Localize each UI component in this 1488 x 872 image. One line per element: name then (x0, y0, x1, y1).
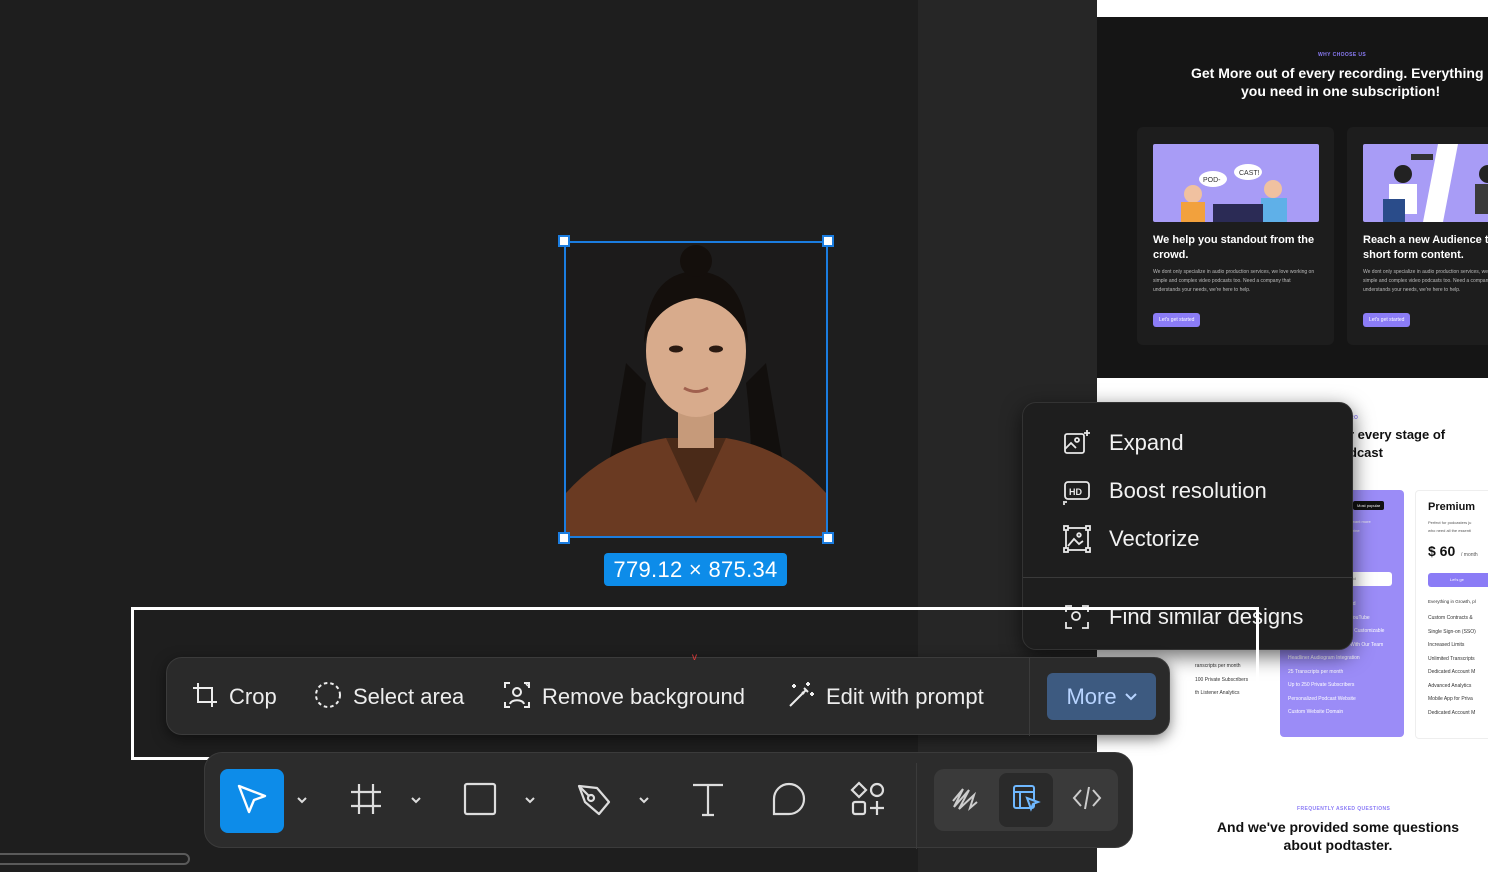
faq-eyebrow: FREQUENTLY ASKED QUESTIONS (1297, 806, 1391, 812)
why-headline-line2: you need in one subscription! (1241, 83, 1441, 99)
dimensions-label: 779.12 × 875.34 (604, 553, 787, 586)
find-similar-icon (1059, 599, 1095, 635)
resize-handle-top-left[interactable] (558, 235, 570, 247)
plan-desc: Perfect for podcasters ju (1428, 520, 1472, 525)
design-mode-icon (1011, 783, 1041, 818)
remove-background-icon (502, 680, 532, 715)
audience-illustration (1363, 144, 1488, 222)
pen-icon (575, 780, 613, 823)
crop-button[interactable]: Crop (191, 674, 277, 720)
cursor-arrow-icon (234, 781, 270, 822)
chevron-down-icon[interactable] (295, 793, 309, 807)
main-toolbar (204, 752, 1133, 849)
podcast-illustration: POD- CAST! (1153, 144, 1319, 222)
more-button[interactable]: More (1047, 673, 1156, 720)
comment-tool[interactable] (757, 769, 821, 833)
menu-item-find-similar[interactable]: Find similar designs (1059, 597, 1303, 637)
edit-with-prompt-button[interactable]: Edit with prompt (786, 674, 984, 720)
toolbar-divider (1029, 658, 1030, 736)
draw-mode-button[interactable] (938, 773, 992, 827)
hd-icon: HD (1059, 473, 1095, 509)
plan-desc: who need all the essenti (1428, 528, 1471, 533)
premium-plan-card: Premium Perfect for podcasters ju who ne… (1415, 490, 1488, 739)
frame-icon (348, 781, 384, 822)
widgets-icon (850, 780, 886, 822)
card-cta-button[interactable]: Let's get started (1153, 313, 1201, 327)
design-mode-button[interactable] (999, 773, 1053, 827)
rectangle-icon (462, 781, 498, 822)
bubble-cast: CAST! (1239, 170, 1260, 177)
move-tool[interactable] (220, 769, 284, 833)
faq-headline: And we've provided some questions about … (1216, 819, 1460, 853)
horizontal-scrollbar[interactable] (0, 853, 190, 865)
chevron-down-icon[interactable] (523, 793, 537, 807)
dev-mode-button[interactable] (1060, 773, 1114, 827)
plan-period: / month (1461, 552, 1478, 558)
resize-handle-top-right[interactable] (822, 235, 834, 247)
bubble-pod: POD- (1203, 177, 1221, 184)
remove-background-button[interactable]: Remove background (502, 674, 745, 720)
plan-name: Premium (1428, 501, 1476, 513)
frame-tool[interactable] (334, 769, 398, 833)
code-icon (1072, 783, 1102, 818)
resize-handle-bottom-left[interactable] (558, 532, 570, 544)
card-title: Reach a new Audience th short form conte… (1363, 234, 1488, 261)
popular-badge: Most popular (1353, 501, 1385, 510)
resize-handle-bottom-right[interactable] (822, 532, 834, 544)
plan-desc: nine (1352, 528, 1360, 533)
plan-price: $ 60 (1428, 543, 1456, 559)
menu-divider (1023, 577, 1352, 578)
card-body: We dont only specialize in audio product… (1363, 269, 1488, 293)
text-tool[interactable] (676, 769, 740, 833)
pen-tool[interactable] (562, 769, 626, 833)
chevron-down-icon[interactable] (637, 793, 651, 807)
plan-features-head: Everything in Growth, pl (1428, 599, 1476, 604)
expand-image-icon (1059, 425, 1095, 461)
scribble-icon (950, 783, 980, 818)
plan-desc: want more (1352, 519, 1371, 524)
magic-wand-icon (786, 680, 816, 715)
plan-cta-button[interactable]: Let's ge (1428, 573, 1488, 587)
why-headline-line1: Get More out of every recording. Everyth… (1191, 65, 1484, 81)
menu-item-boost-resolution[interactable]: HD Boost resolution (1059, 471, 1267, 511)
select-area-button[interactable]: Select area (313, 674, 464, 720)
why-eyebrow: WHY CHOOSE US (1318, 52, 1367, 58)
feature-card: POD- CAST! We help you standout from the… (1137, 127, 1334, 345)
plans-headline-line2: dcast (1349, 445, 1383, 460)
svg-text:HD: HD (1069, 487, 1082, 497)
vectorize-icon (1059, 521, 1095, 557)
plans-headline-line1: r every stage of (1349, 427, 1446, 442)
card-title: We help you standout from the crowd. (1153, 234, 1315, 261)
crop-icon (191, 681, 219, 714)
selection-frame[interactable] (564, 241, 828, 538)
card-body: We dont only specialize in audio product… (1153, 269, 1315, 293)
cursor-marker: v (692, 652, 697, 663)
more-menu: Expand HD Boost resolution Vectorize Fin… (1022, 402, 1353, 650)
card-cta-button[interactable]: Let's get started (1363, 313, 1411, 327)
plan-features-list: Custom Contracts & Single Sign-on (SSO) … (1428, 615, 1476, 716)
plan-features-list: ranscripts per month 100 Private Subscri… (1195, 663, 1249, 696)
feature-card: Reach a new Audience th short form conte… (1347, 127, 1488, 345)
comment-bubble-icon (771, 781, 807, 822)
chevron-down-icon (1124, 692, 1137, 701)
shape-tool[interactable] (448, 769, 512, 833)
menu-item-expand[interactable]: Expand (1059, 423, 1184, 463)
image-context-toolbar: Crop Select area Remove background Edit … (166, 657, 1170, 736)
lasso-select-icon (313, 680, 343, 715)
actions-tool[interactable] (836, 769, 900, 833)
mode-switcher (934, 769, 1118, 831)
menu-item-vectorize[interactable]: Vectorize (1059, 519, 1200, 559)
chevron-down-icon[interactable] (409, 793, 423, 807)
toolbar-divider (916, 763, 917, 849)
text-icon (690, 781, 726, 822)
